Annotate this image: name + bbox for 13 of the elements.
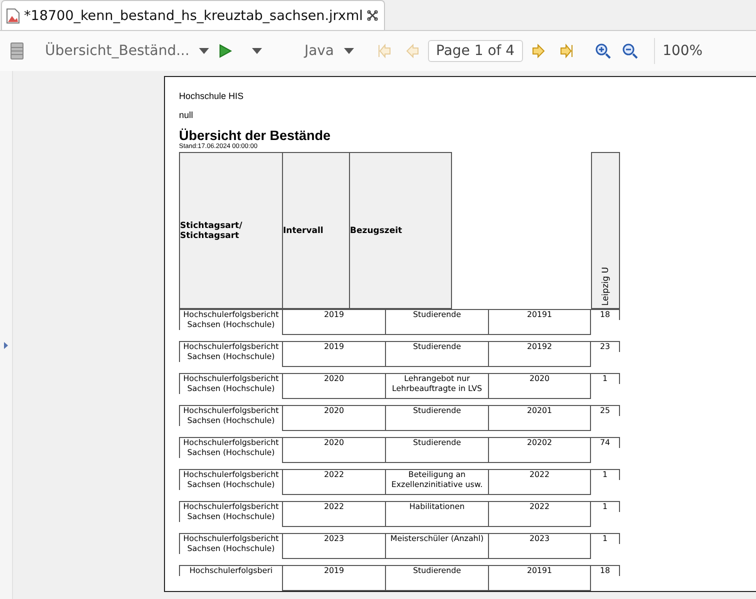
- report-title: Übersicht der Bestände: [179, 128, 332, 143]
- page-field[interactable]: Page 1 of 4: [428, 40, 523, 62]
- column-header: Bezugszeit: [349, 152, 452, 309]
- institution-name: Hochschule HIS: [179, 91, 245, 101]
- zoom-level: 100%: [662, 43, 703, 59]
- tab-title: *18700_kenn_bestand_hs_kreuztab_sachsen.jrxml: [24, 8, 363, 24]
- report-subtitle: null: [179, 110, 194, 120]
- language-dropdown[interactable]: Java: [304, 43, 334, 59]
- editor-tab[interactable]: *18700_kenn_bestand_hs_kreuztab_sachsen.jrxml: [1, 0, 385, 30]
- column-header: Stichtagsart/ Stichtagsart: [179, 152, 282, 309]
- column-header: Leipzig U: [591, 152, 620, 309]
- column-header: Intervall: [282, 152, 349, 309]
- dataset-dropdown[interactable]: Übersicht_Beständ...: [45, 43, 190, 59]
